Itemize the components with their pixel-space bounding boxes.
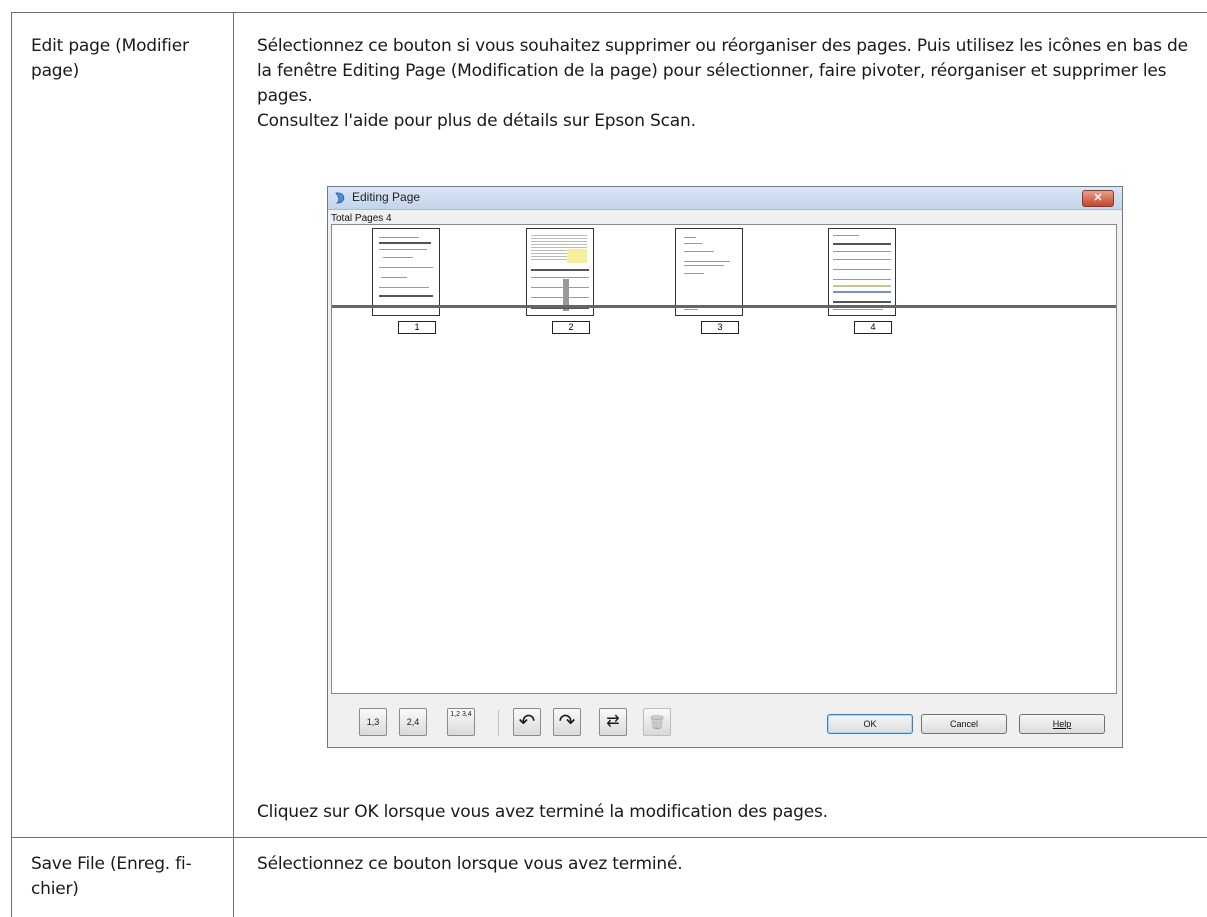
row1-closing-text: Cliquez sur OK lorsque vous avez terminé… bbox=[257, 802, 828, 822]
editing-page-dialog: Editing Page ✕ Total Pages 4 1 2 3 4 1,3… bbox=[327, 186, 1123, 748]
help-button-label: Help bbox=[1052, 719, 1072, 729]
page-thumbnail[interactable] bbox=[372, 228, 440, 316]
row2-label: Save File (Enreg. fi-chier) bbox=[31, 854, 192, 899]
close-icon[interactable]: ✕ bbox=[1082, 190, 1114, 207]
row1-description-para1: Sélectionnez ce bouton si vous souhaitez… bbox=[257, 36, 1188, 106]
select-odd-pages-icon[interactable]: 1,3 bbox=[359, 708, 387, 736]
page-thumbnail[interactable] bbox=[828, 228, 896, 316]
row1-description-para2: Consultez l'aide pour plus de détails su… bbox=[257, 111, 696, 131]
table-top-border bbox=[11, 12, 1207, 13]
dialog-title: Editing Page bbox=[352, 190, 421, 204]
thumbnail-strip: 1 2 3 4 bbox=[332, 225, 1116, 334]
epson-scan-app-icon bbox=[335, 192, 345, 204]
page-thumbnail[interactable] bbox=[675, 228, 743, 316]
page-view-area: 1 2 3 4 bbox=[331, 224, 1117, 694]
page-number-2: 2 bbox=[552, 321, 590, 334]
cancel-button[interactable]: Cancel bbox=[921, 714, 1007, 734]
help-button[interactable]: Help bbox=[1019, 714, 1105, 734]
thumbnail-separator[interactable] bbox=[332, 305, 1116, 308]
reorder-icon[interactable]: ⇄ bbox=[599, 708, 627, 736]
table-left-border bbox=[11, 12, 12, 917]
page-number-3: 3 bbox=[701, 321, 739, 334]
table-row-divider bbox=[11, 837, 1207, 838]
dialog-toolbar: 1,3 2,4 1,2 3,4 ↶ ↷ ⇄ 🗑 OK Cancel Help bbox=[331, 702, 1117, 744]
rotate-left-icon[interactable]: ↶ bbox=[513, 708, 541, 736]
table-column-divider bbox=[233, 12, 234, 917]
ok-button[interactable]: OK bbox=[827, 714, 913, 734]
page-number-4: 4 bbox=[854, 321, 892, 334]
page-thumbnail[interactable] bbox=[526, 228, 594, 316]
row1-description: Sélectionnez ce bouton si vous souhaitez… bbox=[257, 34, 1207, 134]
total-pages-label: Total Pages 4 bbox=[331, 213, 392, 224]
toolbar-divider bbox=[498, 710, 499, 736]
row1-label: Edit page (Modifier page) bbox=[31, 36, 189, 81]
select-even-pages-icon[interactable]: 2,4 bbox=[399, 708, 427, 736]
delete-icon[interactable]: 🗑 bbox=[643, 708, 671, 736]
page-number-1: 1 bbox=[398, 321, 436, 334]
select-all-pages-icon[interactable]: 1,2 3,4 bbox=[447, 708, 475, 736]
rotate-right-icon[interactable]: ↷ bbox=[553, 708, 581, 736]
row2-description: Sélectionnez ce bouton lorsque vous avez… bbox=[257, 854, 683, 874]
dialog-titlebar: Editing Page ✕ bbox=[328, 187, 1122, 210]
